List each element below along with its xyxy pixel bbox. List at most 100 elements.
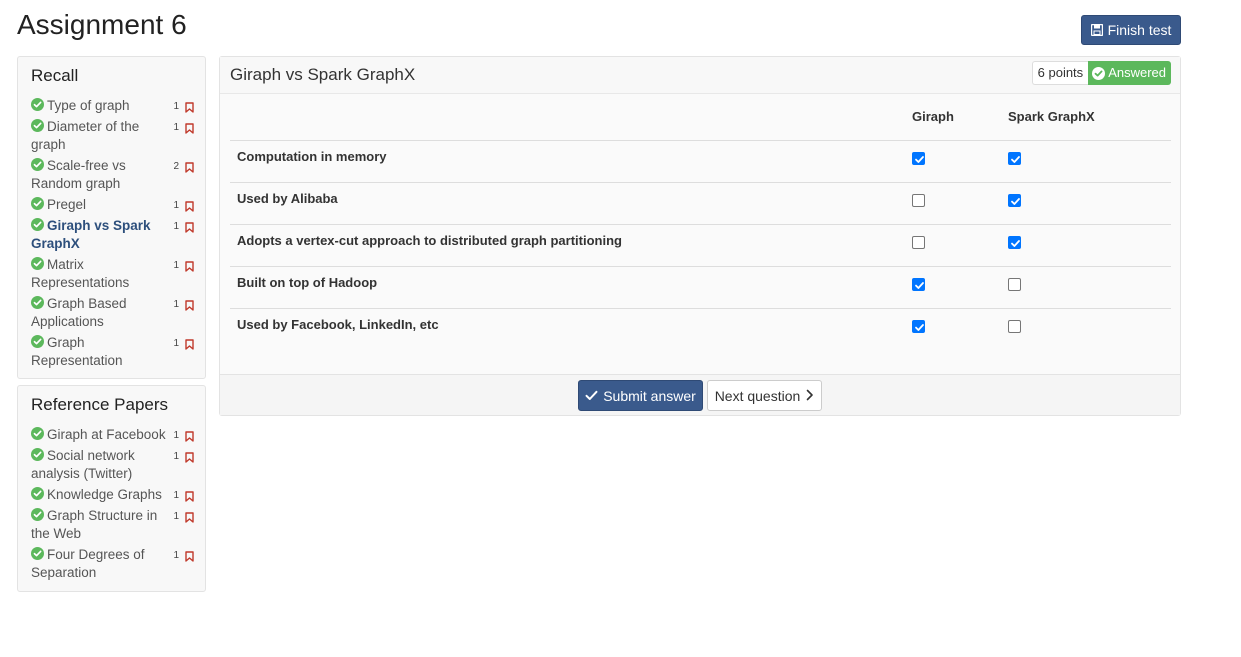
check-circle-icon (31, 335, 44, 348)
sidebar-item-label: Type of graph (47, 98, 130, 113)
row-label: Built on top of Hadoop (230, 265, 905, 308)
grid-row: Adopts a vertex-cut approach to distribu… (230, 223, 1171, 266)
row-label: Used by Alibaba (230, 181, 905, 224)
next-question-button[interactable]: Next question (707, 380, 822, 411)
sidebar-item-label: Giraph vs Spark GraphX (31, 218, 151, 251)
grid-corner (230, 94, 905, 140)
grid-row: Used by Alibaba (230, 181, 1171, 224)
question-body: Giraph Spark GraphX Computation in memor… (220, 94, 1180, 375)
floppy-disk-icon (1090, 24, 1103, 36)
row-label: Used by Facebook, LinkedIn, etc (230, 307, 905, 350)
sidebar-item[interactable]: Graph Structure in the Web 1 (18, 507, 205, 543)
sidebar-item[interactable]: Type of graph 1 (18, 97, 205, 115)
submit-answer-label: Submit answer (603, 387, 696, 404)
sidebar-item[interactable]: Giraph vs Spark GraphX 1 (18, 217, 205, 253)
sidebar-item[interactable]: Graph Based Applications 1 (18, 295, 205, 331)
bookmark-icon[interactable] (185, 100, 194, 118)
column-header-spark-graphx: Spark GraphX (1008, 109, 1095, 125)
finish-test-button[interactable]: Finish test (1081, 15, 1181, 45)
bookmark-icon[interactable] (185, 199, 194, 217)
reference-papers-panel: Reference Papers Giraph at Facebook 1 Soci… (17, 385, 206, 592)
answer-checkbox[interactable] (1008, 319, 1021, 333)
sidebar-item-points: 2 (173, 161, 179, 172)
sidebar-item-points: 1 (173, 200, 179, 211)
submit-answer-button[interactable]: Submit answer (578, 380, 703, 411)
question-list: Type of graph 1 Diameter of the graph 1 Scal… (18, 97, 205, 373)
bookmark-icon[interactable] (185, 160, 194, 178)
checkmark-icon (585, 388, 598, 404)
sidebar-item[interactable]: Graph Representation 1 (18, 334, 205, 370)
sidebar-item-label: Social network analysis (Twitter) (31, 448, 135, 481)
grid-cell (905, 265, 1001, 308)
bookmark-icon[interactable] (185, 337, 194, 355)
answered-badge: Answered (1088, 61, 1171, 85)
sidebar-item-points: 1 (173, 299, 179, 310)
sidebar-item-points: 1 (173, 122, 179, 133)
answer-checkbox[interactable] (912, 235, 925, 249)
sidebar-item-label: Scale-free vs Random graph (31, 158, 126, 191)
check-circle-icon (31, 197, 44, 210)
check-circle-icon (31, 296, 44, 309)
bookmark-icon[interactable] (185, 429, 194, 447)
answer-checkbox[interactable] (1008, 235, 1021, 249)
answer-checkbox[interactable] (912, 193, 925, 207)
sidebar-item-points: 1 (173, 260, 179, 271)
sidebar-item-label: Graph Structure in the Web (31, 508, 158, 541)
check-circle-icon (31, 448, 44, 461)
answer-checkbox[interactable] (1008, 277, 1021, 291)
bookmark-icon[interactable] (185, 549, 194, 567)
sidebar-item-points: 1 (173, 101, 179, 112)
grid-cell (1001, 265, 1171, 308)
check-circle-icon (31, 257, 44, 270)
answer-checkbox[interactable] (912, 151, 925, 165)
row-label: Computation in memory (230, 139, 905, 182)
question-title: Giraph vs Spark GraphX (230, 65, 416, 84)
finish-test-label: Finish test (1107, 22, 1172, 38)
check-circle-icon (31, 487, 44, 500)
answer-checkbox[interactable] (1008, 193, 1021, 207)
sidebar-item[interactable]: Matrix Representations 1 (18, 256, 205, 292)
sidebar-item-label: Four Degrees of Separation (31, 547, 145, 580)
bookmark-icon[interactable] (185, 121, 194, 139)
points-badge: 6 points (1031, 61, 1089, 85)
check-circle-icon (1092, 66, 1106, 80)
sidebar-item-label: Diameter of the graph (31, 119, 140, 152)
bookmark-icon[interactable] (185, 220, 194, 238)
grid-row: Computation in memory (230, 139, 1171, 182)
section-title: Reference Papers (31, 395, 169, 414)
check-circle-icon (31, 427, 44, 440)
sidebar-item-points: 1 (173, 338, 179, 349)
sidebar-item[interactable]: Knowledge Graphs 1 (18, 486, 205, 504)
sidebar-item-label: Graph Representation (31, 335, 123, 368)
sidebar-item-points: 1 (173, 511, 179, 522)
grid-cell (905, 181, 1001, 224)
sidebar-item-label: Giraph at Facebook (47, 427, 166, 442)
grid-cell (905, 139, 1001, 182)
grid-cell (905, 223, 1001, 266)
answer-checkbox[interactable] (1008, 151, 1021, 165)
bookmark-icon[interactable] (185, 259, 194, 277)
next-question-label: Next question (714, 387, 801, 404)
bookmark-icon[interactable] (185, 298, 194, 316)
bookmark-icon[interactable] (185, 450, 194, 468)
column-header-giraph: Giraph (912, 109, 954, 125)
sidebar-item-label: Matrix Representations (31, 257, 130, 290)
bookmark-icon[interactable] (185, 510, 194, 528)
bookmark-icon[interactable] (185, 489, 194, 507)
grid-row: Built on top of Hadoop (230, 265, 1171, 308)
answer-checkbox[interactable] (912, 319, 925, 333)
sidebar-item-label: Graph Based Applications (31, 296, 127, 329)
sidebar-item[interactable]: Scale-free vs Random graph 2 (18, 157, 205, 193)
sidebar-item[interactable]: Four Degrees of Separation 1 (18, 546, 205, 582)
sidebar-item[interactable]: Giraph at Facebook 1 (18, 426, 205, 444)
row-label: Adopts a vertex-cut approach to distribu… (230, 223, 905, 266)
recall-panel: Recall Type of graph 1 Diameter of the gra… (17, 56, 206, 379)
answer-checkbox[interactable] (912, 277, 925, 291)
sidebar-item[interactable]: Diameter of the graph 1 (18, 118, 205, 154)
sidebar-item[interactable]: Pregel 1 (18, 196, 205, 214)
answered-label: Answered (1108, 65, 1166, 80)
sidebar-item[interactable]: Social network analysis (Twitter) 1 (18, 447, 205, 483)
sidebar-item-label: Pregel (47, 197, 87, 212)
grid-row: Used by Facebook, LinkedIn, etc (230, 307, 1171, 350)
check-circle-icon (31, 98, 44, 111)
